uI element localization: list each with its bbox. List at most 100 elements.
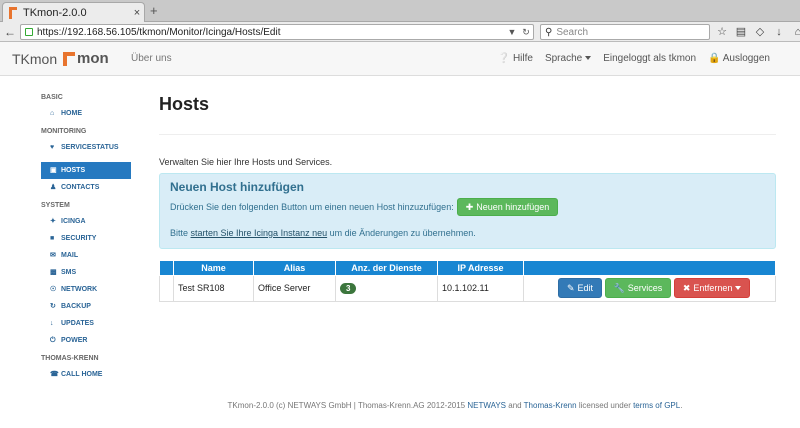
remove-button-label: Entfernen: [693, 283, 733, 293]
restart-note-prefix: Bitte: [170, 228, 191, 238]
heart-icon: ♥: [50, 144, 55, 151]
plus-icon: ✚: [465, 201, 474, 212]
sidebar-item-label: SMS: [61, 269, 77, 276]
url-dropdown-icon[interactable]: ▼: [505, 27, 519, 37]
sidebar-heading-basic: BASIC: [41, 94, 63, 101]
search-bar[interactable]: ⚲ Search: [540, 24, 710, 40]
language-dropdown[interactable]: Sprache: [544, 53, 592, 64]
sidebar-item-servicestatus[interactable]: ♥ SERVICESTATUS: [41, 139, 131, 156]
close-icon: ✖: [682, 282, 691, 293]
home-icon[interactable]: ⌂: [790, 24, 800, 40]
sidebar-item-power[interactable]: ⏻ POWER: [41, 332, 131, 349]
thomas-krenn-link[interactable]: Thomas-Krenn: [524, 401, 577, 410]
logout-link[interactable]: 🔒 Ausloggen: [708, 53, 770, 64]
edit-button[interactable]: ✎ Edit: [558, 278, 603, 298]
logo-mark-icon: [63, 51, 75, 66]
sidebar-item-hosts[interactable]: ▣ HOSTS: [41, 162, 131, 179]
refresh-icon: ↻: [50, 303, 56, 310]
restart-icinga-link[interactable]: starten Sie Ihre Icinga Instanz neu: [191, 228, 328, 238]
sidebar-item-label: BACKUP: [61, 303, 91, 310]
caret-down-icon: [585, 56, 592, 61]
sidebar-item-label: HOSTS: [61, 167, 86, 174]
sidebar-item-label: POWER: [61, 337, 88, 344]
bookmark-star-icon[interactable]: ☆: [714, 24, 730, 40]
sidebar-item-sms[interactable]: ▩ SMS: [41, 264, 131, 281]
app-header: TKmon mon Über uns ❔ Hilfe Sprache Einge…: [0, 42, 800, 76]
sidebar-item-callhome[interactable]: ☎ CALL HOME: [41, 366, 131, 383]
add-host-panel: Neuen Host hinzufügen Drücken Sie den fo…: [159, 173, 776, 249]
services-button-label: Services: [627, 283, 663, 293]
lock-icon: ■: [50, 235, 55, 242]
new-tab-icon[interactable]: +: [150, 3, 158, 18]
help-link[interactable]: ❔ Hilfe: [498, 53, 533, 64]
page-title: Hosts: [159, 94, 210, 114]
sidebar-item-updates[interactable]: ↓ UPDATES: [41, 315, 131, 332]
sidebar-item-icinga[interactable]: ✦ ICINGA: [41, 213, 131, 230]
column-header-services: Anz. der Dienste: [335, 261, 438, 276]
logged-in-user: Eingeloggt als tkmon: [603, 53, 697, 64]
gpl-link[interactable]: terms of GPL: [633, 401, 680, 410]
logo-text: mon: [77, 50, 109, 67]
url-text[interactable]: https://192.168.56.105/tkmon/Monitor/Ici…: [37, 27, 505, 38]
sidebar-item-network[interactable]: ☉ NETWORK: [41, 281, 131, 298]
tab-close-icon[interactable]: ×: [130, 7, 144, 19]
caret-down-icon: [735, 286, 742, 290]
download-icon: ↓: [50, 320, 54, 327]
edit-icon: ✎: [567, 282, 575, 293]
sidebar-item-label: UPDATES: [61, 320, 94, 327]
question-icon: ❔: [497, 53, 511, 64]
phone-icon: ☎: [50, 371, 59, 378]
wrench-icon: 🔧: [613, 282, 625, 293]
sidebar-item-home[interactable]: ⌂ HOME: [41, 105, 131, 122]
reload-icon[interactable]: ↻: [519, 27, 533, 38]
sidebar-item-contacts[interactable]: ♟ CONTACTS: [41, 179, 131, 196]
brand-name[interactable]: TKmon: [12, 51, 57, 67]
sidebar: BASIC ⌂ HOME MONITORING ♥ SERVICESTATUS ▣ H…: [41, 88, 131, 383]
netways-link[interactable]: NETWAYS: [467, 401, 506, 410]
title-divider: [159, 134, 776, 135]
home-icon: ⌂: [50, 110, 55, 117]
table-header-spacer: [159, 261, 174, 276]
reading-list-icon[interactable]: ▤: [733, 24, 749, 40]
remove-button[interactable]: ✖ Entfernen: [673, 278, 751, 298]
sidebar-item-label: HOME: [61, 110, 82, 117]
main-content: Hosts Verwalten Sie hier Ihre Hosts und …: [159, 94, 776, 302]
monitor-icon: ▣: [50, 167, 57, 174]
sidebar-item-label: SERVICESTATUS: [61, 144, 119, 151]
sidebar-item-label: NETWORK: [61, 286, 98, 293]
sidebar-item-label: CONTACTS: [61, 184, 100, 191]
sidebar-item-security[interactable]: ■ SECURITY: [41, 230, 131, 247]
sidebar-item-label: CALL HOME: [61, 371, 103, 378]
services-button[interactable]: 🔧 Services: [604, 278, 672, 298]
column-header-name: Name: [173, 261, 254, 276]
restart-note: Bitte starten Sie Ihre Icinga Instanz ne…: [170, 228, 765, 238]
browser-tab[interactable]: TKmon-2.0.0 ×: [2, 2, 145, 22]
column-header-ip: IP Adresse: [437, 261, 524, 276]
about-link[interactable]: Über uns: [131, 53, 172, 64]
help-label: Hilfe: [512, 53, 533, 64]
search-input[interactable]: Search: [556, 27, 588, 38]
lock-icon: 🔒: [708, 53, 721, 64]
language-label: Sprache: [544, 53, 583, 64]
power-icon: ⏻: [50, 337, 56, 344]
back-arrow-icon[interactable]: ←: [4, 25, 16, 39]
row-spacer-cell: [159, 274, 174, 302]
logout-label: Ausloggen: [722, 53, 770, 64]
download-icon[interactable]: ↓: [771, 24, 787, 40]
add-host-text: Drücken Sie den folgenden Button um eine…: [170, 202, 454, 212]
add-host-button[interactable]: ✚ Neuen hinzufügen: [456, 198, 559, 216]
sidebar-heading-monitoring: MONITORING: [41, 128, 87, 135]
intro-text: Verwalten Sie hier Ihre Hosts und Servic…: [159, 157, 333, 167]
envelope-icon: ✉: [50, 252, 56, 259]
sidebar-item-backup[interactable]: ↻ BACKUP: [41, 298, 131, 315]
user-icon: ♟: [50, 184, 57, 191]
column-header-actions: [523, 261, 776, 276]
host-services-cell: 3: [335, 274, 438, 302]
pocket-icon[interactable]: ◇: [752, 24, 768, 40]
sidebar-item-label: SECURITY: [61, 235, 97, 242]
browser-tabstrip: TKmon-2.0.0 × +: [0, 0, 800, 22]
sidebar-item-mail[interactable]: ✉ MAIL: [41, 247, 131, 264]
footer: TKmon-2.0.0 (c) NETWAYS GmbH | Thomas-Kr…: [0, 401, 800, 410]
browser-toolbar-icons: ☆ ▤ ◇ ↓ ⌂: [714, 24, 800, 40]
url-bar[interactable]: https://192.168.56.105/tkmon/Monitor/Ici…: [20, 24, 534, 40]
